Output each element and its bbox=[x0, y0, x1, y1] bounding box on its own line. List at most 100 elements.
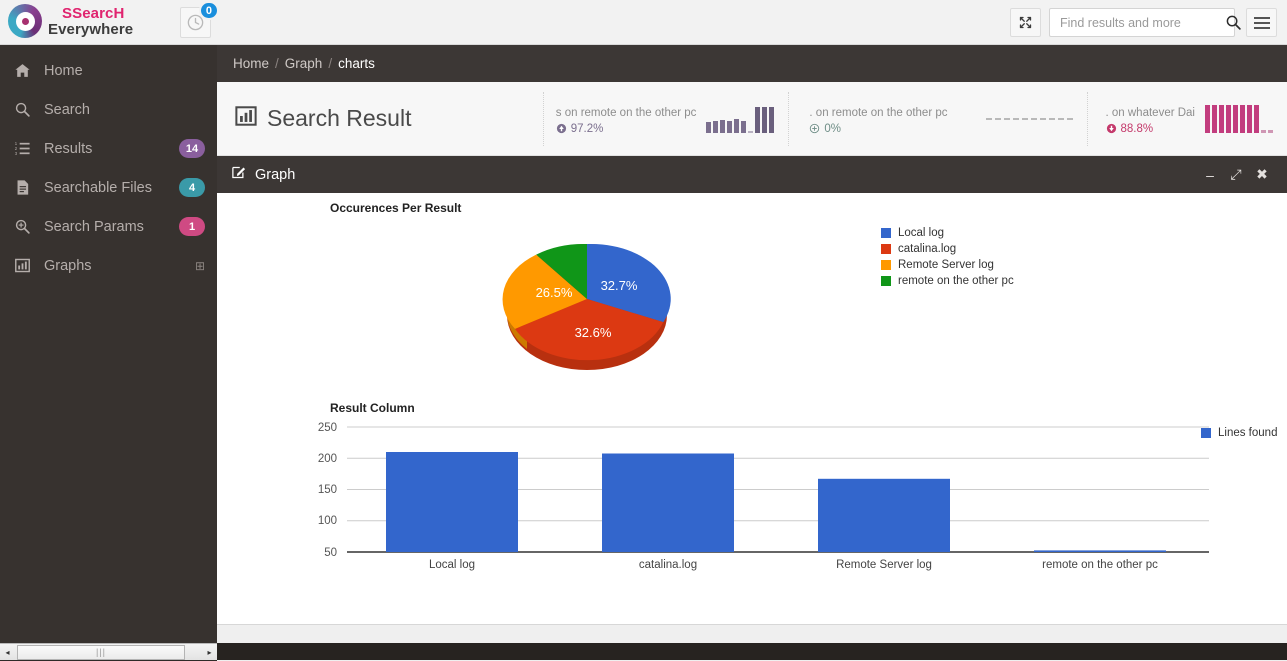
sidebar-item-home[interactable]: Home bbox=[0, 51, 217, 90]
bar-local-log bbox=[386, 452, 518, 552]
sidebar-badge-results: 14 bbox=[179, 139, 205, 158]
breadcrumb-separator: / bbox=[328, 56, 332, 71]
stat-label: . on remote on the other pc bbox=[809, 103, 947, 123]
sidebar: Home Search 1 2 3 Results 14 bbox=[0, 45, 217, 643]
breadcrumb-item-graph[interactable]: Graph bbox=[285, 56, 323, 71]
sidebar-badge-files: 4 bbox=[179, 178, 205, 197]
history-badge: 0 bbox=[199, 1, 219, 20]
breadcrumb-separator: / bbox=[275, 56, 279, 71]
legend-label: Lines found bbox=[1218, 427, 1277, 439]
stat-card-3: . on whatever Dai 88.8% bbox=[1087, 92, 1287, 146]
brand-line-2: Everywhere bbox=[48, 22, 133, 37]
history-button[interactable]: 0 bbox=[180, 7, 211, 38]
bar-remote-server-log bbox=[818, 479, 950, 552]
pie-chart: Occurences Per Result 32 bbox=[217, 193, 1287, 383]
sparkline-3 bbox=[1205, 105, 1273, 133]
minimize-button[interactable]: – bbox=[1197, 167, 1223, 183]
home-icon bbox=[14, 62, 38, 79]
legend-item[interactable]: remote on the other pc bbox=[881, 273, 1014, 289]
sidebar-item-search[interactable]: Search bbox=[0, 90, 217, 129]
pie-value-label-2: 32.6% bbox=[575, 325, 612, 340]
y-tick-100: 100 bbox=[318, 515, 337, 527]
scroll-right-arrow-icon[interactable]: ▸ bbox=[202, 645, 217, 660]
x-label-1: Local log bbox=[429, 559, 475, 571]
graph-panel: Graph – ⤢ ✖ Occurences Per Result bbox=[217, 156, 1287, 661]
bar-catalina-log bbox=[602, 454, 734, 553]
breadcrumb-item-charts[interactable]: charts bbox=[338, 56, 375, 71]
scrollbar-track[interactable]: ||| bbox=[15, 645, 202, 660]
pie-value-label-1: 32.7% bbox=[601, 278, 638, 293]
legend-label: Local log bbox=[898, 227, 944, 239]
arrow-flat-circle-icon bbox=[809, 123, 820, 134]
legend-item[interactable]: Local log bbox=[881, 225, 1014, 241]
scroll-left-arrow-icon[interactable]: ◂ bbox=[0, 645, 15, 660]
bar-chart: Result Column 250 200 150 100 50 bbox=[217, 393, 1287, 588]
svg-text:3: 3 bbox=[15, 151, 18, 156]
expand-arrows-icon bbox=[1018, 15, 1033, 30]
legend-item[interactable]: Remote Server log bbox=[881, 257, 1014, 273]
legend-label: catalina.log bbox=[898, 243, 956, 255]
legend-item[interactable]: Lines found bbox=[1201, 425, 1277, 441]
stat-card-2: . on remote on the other pc 0% bbox=[788, 92, 1086, 146]
bar-chart-icon bbox=[14, 257, 38, 274]
sidebar-badge-params: 1 bbox=[179, 217, 205, 236]
arrow-up-circle-icon bbox=[556, 123, 567, 134]
stat-label: . on whatever Dai bbox=[1106, 103, 1196, 123]
stat-value-row: 97.2% bbox=[556, 123, 697, 135]
bar-chart-icon bbox=[235, 105, 257, 132]
search-input[interactable] bbox=[1050, 9, 1225, 36]
sparkline-1 bbox=[706, 105, 774, 133]
search-icon bbox=[1225, 14, 1242, 31]
sidebar-item-search-params[interactable]: Search Params 1 bbox=[0, 207, 217, 246]
stat-card-1: s on remote on the other pc 97.2% bbox=[543, 92, 789, 146]
legend-swatch bbox=[1201, 428, 1211, 438]
svg-text:2: 2 bbox=[15, 146, 18, 151]
stat-value: 88.8% bbox=[1121, 123, 1154, 135]
x-label-2: catalina.log bbox=[639, 559, 697, 571]
breadcrumb-item-home[interactable]: Home bbox=[233, 56, 269, 71]
logo-center-dot bbox=[22, 18, 29, 25]
sidebar-horizontal-scrollbar[interactable]: ◂ ||| ▸ bbox=[0, 643, 217, 660]
main-content: Home / Graph / charts Search Result s on… bbox=[217, 45, 1287, 660]
menu-button[interactable] bbox=[1246, 8, 1277, 37]
close-button[interactable]: ✖ bbox=[1249, 166, 1275, 183]
page-title-text: Search Result bbox=[267, 105, 411, 132]
breadcrumb: Home / Graph / charts bbox=[217, 45, 1287, 82]
sidebar-expand-icon[interactable]: ⊞ bbox=[195, 259, 205, 273]
search-submit-button[interactable] bbox=[1225, 14, 1242, 31]
y-tick-250: 250 bbox=[318, 422, 337, 434]
legend-label: Remote Server log bbox=[898, 259, 994, 271]
legend-swatch bbox=[881, 276, 891, 286]
bar-chart-title: Result Column bbox=[330, 401, 415, 415]
logo-circle-icon bbox=[8, 4, 42, 38]
sidebar-label: Results bbox=[38, 141, 179, 157]
file-text-icon bbox=[14, 179, 38, 196]
x-label-3: Remote Server log bbox=[836, 559, 932, 571]
sidebar-item-searchable-files[interactable]: Searchable Files 4 bbox=[0, 168, 217, 207]
pie-chart-svg: 32.7% 32.6% 26.5% bbox=[417, 211, 757, 381]
sidebar-item-results[interactable]: 1 2 3 Results 14 bbox=[0, 129, 217, 168]
sidebar-label: Searchable Files bbox=[38, 180, 179, 196]
stat-value: 97.2% bbox=[571, 123, 604, 135]
brand-text: SSearcH Everywhere bbox=[48, 5, 133, 37]
top-bar: SSearcH Everywhere 0 bbox=[0, 0, 1287, 45]
app-logo[interactable]: SSearcH Everywhere bbox=[8, 4, 133, 38]
legend-item[interactable]: catalina.log bbox=[881, 241, 1014, 257]
y-tick-50: 50 bbox=[324, 547, 337, 559]
page-title: Search Result bbox=[217, 105, 543, 132]
graph-panel-body: Occurences Per Result 32 bbox=[217, 193, 1287, 624]
result-header: Search Result s on remote on the other p… bbox=[217, 82, 1287, 156]
y-tick-150: 150 bbox=[318, 484, 337, 496]
zoom-in-icon bbox=[14, 218, 38, 235]
scrollbar-thumb[interactable]: ||| bbox=[17, 645, 185, 660]
legend-label: remote on the other pc bbox=[898, 275, 1014, 287]
search-box[interactable] bbox=[1049, 8, 1235, 37]
arrow-down-circle-icon bbox=[1106, 123, 1117, 134]
sidebar-item-graphs[interactable]: Graphs ⊞ bbox=[0, 246, 217, 285]
fullscreen-button[interactable] bbox=[1010, 8, 1041, 37]
maximize-button[interactable]: ⤢ bbox=[1223, 166, 1249, 183]
legend-swatch bbox=[881, 260, 891, 270]
pie-chart-legend: Local log catalina.log Remote Server log… bbox=[881, 225, 1014, 289]
stat-value: 0% bbox=[824, 123, 841, 135]
sidebar-label: Search bbox=[38, 102, 205, 118]
